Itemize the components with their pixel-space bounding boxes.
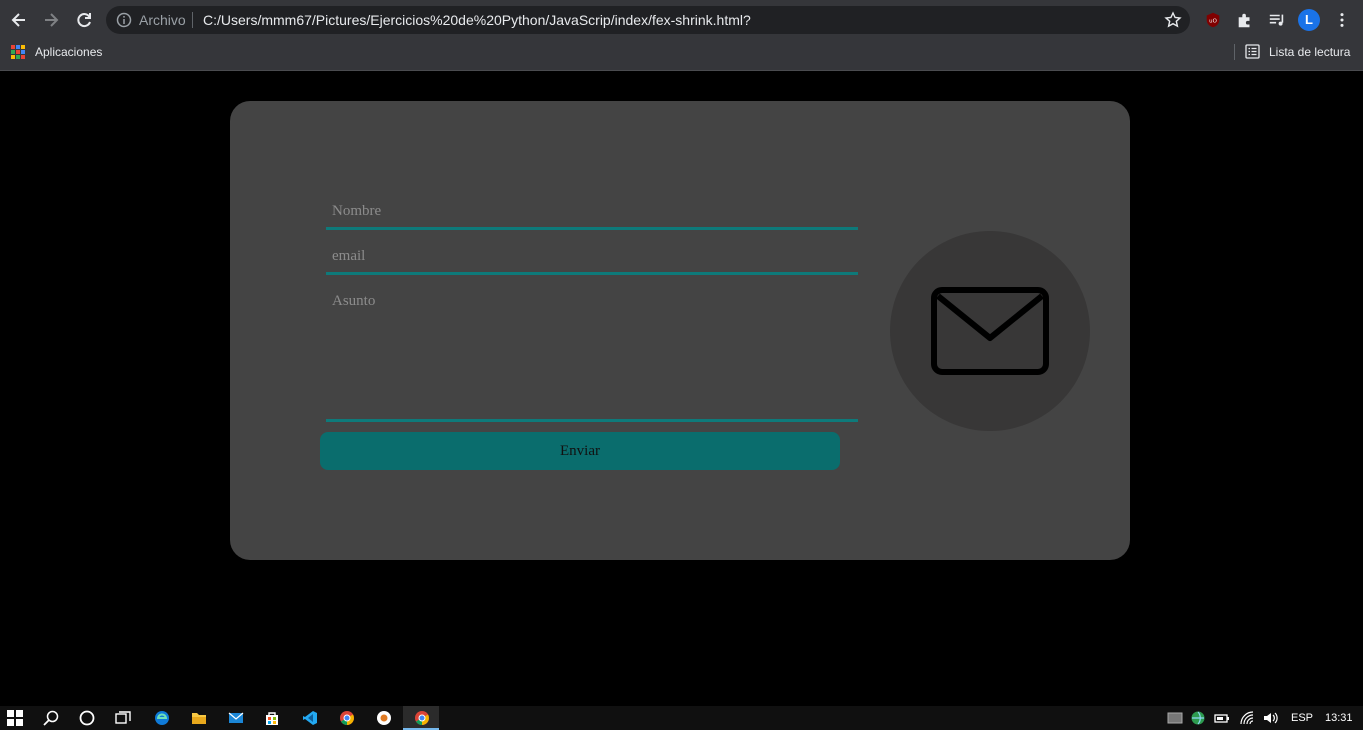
store-icon[interactable] [263, 709, 281, 727]
vscode-icon[interactable] [301, 709, 319, 727]
battery-tray-icon[interactable] [1213, 709, 1231, 727]
info-icon[interactable] [116, 12, 132, 28]
windows-start-icon[interactable] [6, 709, 24, 727]
media-controls-icon[interactable] [1267, 10, 1287, 30]
extensions-puzzle-icon[interactable] [1235, 10, 1255, 30]
app-circle-icon[interactable] [375, 709, 393, 727]
cortana-icon[interactable] [78, 709, 96, 727]
task-view-icon[interactable] [114, 709, 132, 727]
reading-list-icon[interactable] [1245, 44, 1260, 59]
chrome-icon[interactable] [338, 709, 356, 727]
reload-icon [77, 13, 91, 28]
email-input[interactable]: email [326, 244, 858, 275]
back-arrow-icon [11, 13, 25, 27]
svg-text:uO: uO [1209, 19, 1217, 25]
apps-grid-icon[interactable] [11, 45, 25, 59]
back-button[interactable] [7, 8, 31, 32]
mail-app-icon[interactable] [227, 709, 245, 727]
name-placeholder: Nombre [332, 203, 382, 219]
mail-icon-circle [890, 231, 1090, 431]
reading-list-button[interactable]: Lista de lectura [1269, 45, 1350, 59]
email-placeholder: email [332, 248, 366, 264]
forward-arrow-icon [45, 13, 59, 27]
language-indicator[interactable]: ESP [1291, 712, 1313, 724]
network-globe-tray-icon[interactable] [1189, 709, 1207, 727]
security-label: Archivo [139, 12, 186, 28]
desktop-tray-icon[interactable] [1166, 709, 1184, 727]
subject-textarea[interactable]: Asunto [326, 289, 858, 422]
apps-bookmark[interactable]: Aplicaciones [35, 45, 102, 59]
file-explorer-icon[interactable] [190, 709, 208, 727]
wifi-tray-icon[interactable] [1238, 709, 1256, 727]
bookmarks-divider [1234, 44, 1235, 60]
profile-avatar[interactable]: L [1298, 9, 1320, 31]
ublock-extension-icon[interactable]: uO [1203, 10, 1223, 30]
browser-chrome: Archivo C:/Users/mmm67/Pictures/Ejercici… [0, 0, 1363, 71]
envelope-icon [931, 287, 1049, 375]
menu-kebab-icon[interactable] [1332, 10, 1352, 30]
url-text[interactable]: C:/Users/mmm67/Pictures/Ejercicios%20de%… [203, 12, 751, 28]
bookmark-star-icon[interactable] [1164, 11, 1182, 29]
chrome-active-icon[interactable] [413, 709, 431, 727]
browser-toolbar: Archivo C:/Users/mmm67/Pictures/Ejercici… [0, 0, 1363, 40]
taskbar: ESP 13:31 [0, 706, 1363, 730]
forward-button[interactable] [39, 8, 63, 32]
clock[interactable]: 13:31 [1325, 712, 1353, 724]
bookmarks-bar: Aplicaciones Lista de lectura [0, 40, 1363, 64]
reload-button[interactable] [72, 8, 96, 32]
volume-tray-icon[interactable] [1261, 709, 1279, 727]
search-icon[interactable] [42, 709, 60, 727]
address-bar[interactable]: Archivo C:/Users/mmm67/Pictures/Ejercici… [106, 6, 1190, 34]
send-button[interactable]: Enviar [320, 432, 840, 470]
omnibox-divider [192, 12, 193, 28]
subject-placeholder: Asunto [332, 293, 376, 309]
edge-icon[interactable] [153, 709, 171, 727]
name-input[interactable]: Nombre [326, 199, 858, 230]
